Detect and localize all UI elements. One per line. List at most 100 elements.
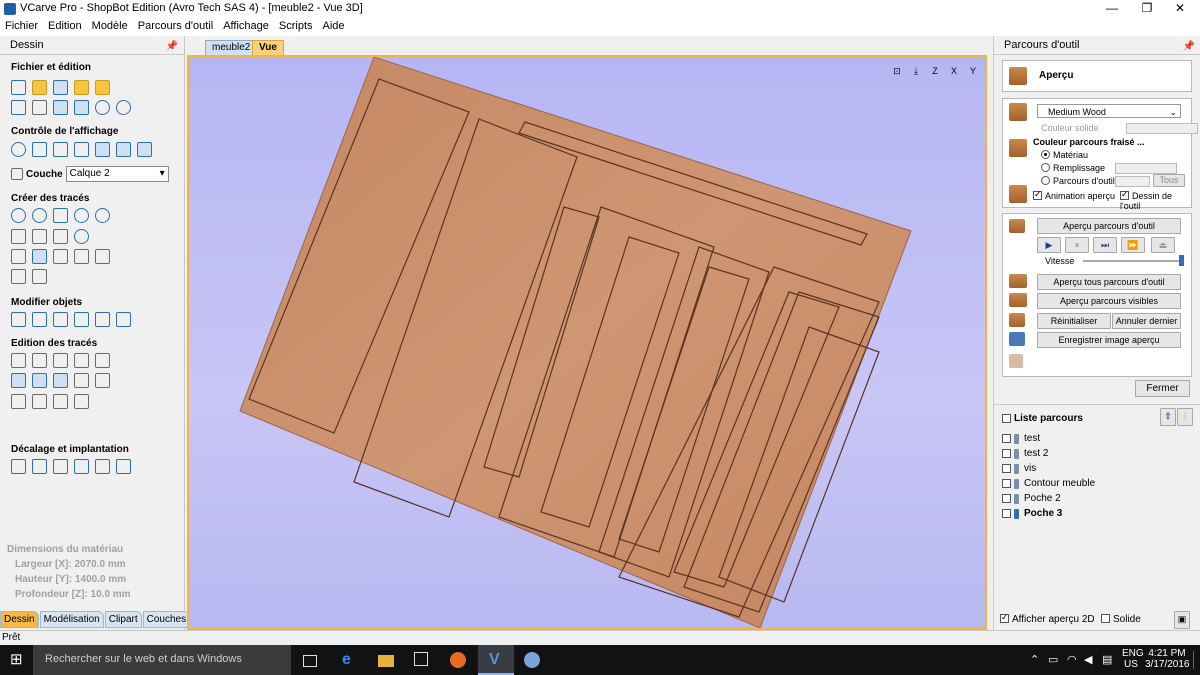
play-button[interactable]: ▶ xyxy=(1037,237,1061,253)
toolpath-item[interactable]: Contour meuble xyxy=(1002,478,1095,489)
scissors-icon[interactable] xyxy=(95,373,110,388)
toolpath-item[interactable]: test xyxy=(1002,433,1040,444)
show-desktop-button[interactable] xyxy=(1193,651,1199,669)
menu-modele[interactable]: Modèle xyxy=(87,18,133,34)
toolpath-check[interactable] xyxy=(1002,434,1011,443)
tab-clipart[interactable]: Clipart xyxy=(104,611,142,628)
material-select[interactable]: Medium Wood ⌄ xyxy=(1037,104,1181,118)
preview-toolpath-button[interactable]: Aperçu parcours d'outil xyxy=(1037,218,1181,234)
radio-toolpath[interactable]: Parcours d'outil xyxy=(1041,176,1115,186)
3d-viewport[interactable]: ⊡ ⤓ Z X Y xyxy=(187,55,987,630)
offset-icon[interactable] xyxy=(11,459,26,474)
minimize-icon[interactable]: — xyxy=(1092,0,1132,18)
search-box[interactable]: Rechercher sur le web et dans Windows xyxy=(33,645,291,675)
radio-fill[interactable]: Remplissage xyxy=(1041,163,1105,173)
rectangle-icon[interactable] xyxy=(53,208,68,223)
polyline-icon[interactable] xyxy=(11,229,26,244)
store-icon[interactable] xyxy=(414,652,428,666)
zoom-fit-icon[interactable] xyxy=(53,142,68,157)
solid-checkbox[interactable]: Solide xyxy=(1101,614,1141,625)
toolpath-list-header[interactable]: Liste parcours xyxy=(1002,413,1083,424)
toolpath-check[interactable] xyxy=(1002,479,1011,488)
dimension-icon[interactable] xyxy=(32,269,47,284)
tab-vue3d[interactable]: Vue 3D xyxy=(252,40,284,67)
menu-edition[interactable]: Edition xyxy=(43,18,87,34)
fill-color-swatch[interactable] xyxy=(1115,163,1177,174)
node-delete-icon[interactable] xyxy=(74,353,89,368)
new-file-icon[interactable] xyxy=(11,80,26,95)
cancel-last-button[interactable]: Annuler dernier xyxy=(1112,313,1181,329)
preview-all-button[interactable]: Aperçu tous parcours d'outil xyxy=(1037,274,1181,290)
move-up-icon[interactable]: ⇧ xyxy=(1160,408,1176,426)
toolpath-item[interactable]: vis xyxy=(1002,463,1036,474)
fast-forward-button[interactable]: ⏩ xyxy=(1121,237,1145,253)
join-icon[interactable] xyxy=(74,373,89,388)
menu-fichier[interactable]: Fichier xyxy=(0,18,43,34)
tab-modelisation[interactable]: Modélisation xyxy=(39,611,104,628)
chamfer-icon[interactable] xyxy=(32,394,47,409)
speed-slider[interactable] xyxy=(1083,260,1183,262)
toolpath-item[interactable]: Poche 2 xyxy=(1002,493,1061,504)
tab-dessin[interactable]: Dessin xyxy=(0,611,39,628)
nesting-icon[interactable] xyxy=(74,459,89,474)
firefox-icon[interactable] xyxy=(450,652,466,668)
list-select-all-check[interactable] xyxy=(1002,414,1011,423)
anim-preview-checkbox[interactable]: Animation aperçu xyxy=(1033,189,1115,201)
cut-icon[interactable] xyxy=(32,100,47,115)
calculator-icon[interactable]: ▣ xyxy=(1174,611,1190,629)
all-button[interactable]: Tous xyxy=(1153,174,1185,187)
show-2d-checkbox[interactable]: Afficher aperçu 2D xyxy=(1000,612,1095,625)
import-bitmap-icon[interactable] xyxy=(95,80,110,95)
network-icon[interactable]: ▭ xyxy=(1048,653,1058,666)
distort-icon[interactable] xyxy=(95,312,110,327)
align-icon[interactable] xyxy=(116,312,131,327)
copy-icon[interactable] xyxy=(53,100,68,115)
split-view-icon[interactable] xyxy=(116,142,131,157)
clock[interactable]: 4:21 PM 3/17/2016 xyxy=(1145,648,1190,670)
intersect-icon[interactable] xyxy=(53,373,68,388)
toolpath-item[interactable]: test 2 xyxy=(1002,448,1048,459)
node-edit-icon[interactable] xyxy=(32,353,47,368)
toolpath-check[interactable] xyxy=(1002,494,1011,503)
reset-button[interactable]: Réinitialiser aperçu xyxy=(1037,313,1111,340)
circle-icon[interactable] xyxy=(11,208,26,223)
undo-icon[interactable] xyxy=(95,100,110,115)
solid-color-swatch[interactable] xyxy=(1126,123,1198,134)
edge-icon[interactable]: e xyxy=(342,652,358,668)
stop-button[interactable]: ⏏ xyxy=(1151,237,1175,253)
open-file-icon[interactable] xyxy=(32,80,47,95)
save-image-button[interactable]: Enregistrer image aperçu xyxy=(1037,332,1181,348)
move-icon[interactable] xyxy=(11,312,26,327)
cursor-tool-icon[interactable] xyxy=(1009,354,1023,368)
rotate-icon[interactable] xyxy=(53,312,68,327)
curve-icon[interactable] xyxy=(32,229,47,244)
spiral-icon[interactable] xyxy=(74,229,89,244)
grid-icon[interactable] xyxy=(95,142,110,157)
abc-icon[interactable] xyxy=(95,249,110,264)
pause-button[interactable]: ⏸ xyxy=(1065,237,1089,253)
show-hidden-icons[interactable]: ⌃ xyxy=(1030,653,1039,666)
zoom-in-icon[interactable] xyxy=(74,142,89,157)
close-icon[interactable]: ✕ xyxy=(1160,0,1200,18)
radio-material[interactable]: Matériau xyxy=(1041,150,1088,160)
volume-icon[interactable]: ◀ xyxy=(1084,653,1092,666)
layer-select[interactable]: Calque 2 ▾ xyxy=(65,166,169,182)
task-view-icon[interactable] xyxy=(303,655,317,667)
keyboard-icon[interactable]: ▤ xyxy=(1102,653,1112,666)
toolpath-check[interactable] xyxy=(1002,509,1011,518)
circular-array-icon[interactable] xyxy=(53,459,68,474)
pin-icon[interactable]: 📌 xyxy=(166,38,178,56)
tabs-icon[interactable] xyxy=(95,459,110,474)
select-all-icon[interactable] xyxy=(11,100,26,115)
select-icon[interactable] xyxy=(11,353,26,368)
text-box-icon[interactable] xyxy=(32,249,47,264)
toolpath-color-swatch[interactable] xyxy=(1115,176,1150,187)
menu-scripts[interactable]: Scripts xyxy=(274,18,318,34)
tab-meuble2[interactable]: meuble2 xyxy=(205,40,258,56)
pin-icon[interactable]: 📌 xyxy=(1183,38,1195,56)
move-down-icon[interactable]: ⇩ xyxy=(1177,408,1193,426)
step-button[interactable]: ⏭ xyxy=(1093,237,1117,253)
tab-couches[interactable]: Couches xyxy=(142,611,191,628)
preview-visible-button[interactable]: Aperçu parcours visibles xyxy=(1037,293,1181,309)
text-path-icon[interactable] xyxy=(74,249,89,264)
